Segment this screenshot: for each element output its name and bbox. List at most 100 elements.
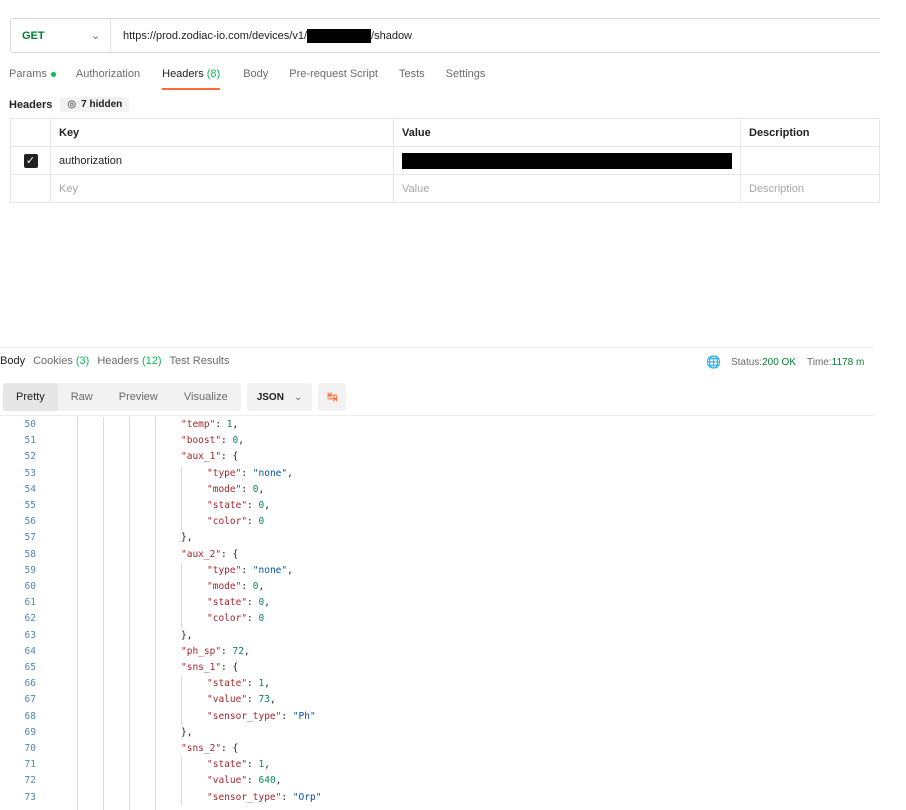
- format-select[interactable]: JSON ⌄: [246, 383, 313, 411]
- time-value[interactable]: 1178 m: [832, 357, 865, 368]
- code-line: 70 "sns_2": {: [0, 741, 880, 757]
- checkbox-checked-icon[interactable]: ✓: [23, 153, 38, 168]
- tab-body[interactable]: Body: [243, 62, 268, 90]
- url-input[interactable]: https://prod.zodiac-io.com/devices/v1/ /…: [111, 28, 412, 43]
- column-header-key: Key: [50, 118, 394, 147]
- response-view-bar: Pretty Raw Preview Visualize JSON ⌄ ↹: [3, 383, 347, 411]
- line-number: 50: [24, 419, 36, 430]
- tab-settings[interactable]: Settings: [446, 62, 486, 90]
- json-punct: :: [241, 581, 253, 592]
- line-number: 63: [24, 629, 36, 641]
- new-key-input[interactable]: Key: [50, 174, 394, 203]
- view-tab-preview[interactable]: Preview: [106, 383, 171, 411]
- line-number: 57: [24, 532, 36, 544]
- json-punct: : {: [221, 662, 239, 673]
- response-tab-headers[interactable]: Headers (12): [97, 355, 161, 367]
- line-number: 65: [24, 662, 36, 673]
- tab-pre-request-script[interactable]: Pre-request Script: [289, 62, 378, 90]
- wrap-lines-button[interactable]: ↹: [318, 383, 347, 411]
- json-string: "none": [252, 564, 288, 576]
- status-value[interactable]: 200 OK: [762, 357, 796, 368]
- code-text: "type": "none",: [207, 563, 293, 579]
- json-key: "sns_2": [181, 743, 222, 754]
- eye-icon: ◎: [67, 99, 77, 110]
- row-checkbox-cell: ✓: [10, 146, 51, 175]
- tab-pre-request-script-label: Pre-request Script: [289, 68, 378, 80]
- json-punct: :: [247, 500, 259, 511]
- json-punct: ,: [258, 483, 265, 495]
- code-text: "state": 0,: [207, 595, 270, 611]
- code-divider: [0, 415, 875, 416]
- json-key: "type": [207, 564, 242, 576]
- line-number: 70: [24, 743, 36, 754]
- json-punct: :: [247, 597, 259, 609]
- code-text: "sensor_type": "Ph": [207, 709, 316, 725]
- line-number: 56: [24, 516, 36, 528]
- tab-authorization[interactable]: Authorization: [76, 62, 140, 90]
- code-text: "state": 1,: [207, 757, 270, 773]
- code-line: 56 "color": 0: [0, 514, 880, 530]
- new-value-input[interactable]: Value: [393, 174, 741, 203]
- code-text: "ph_sp": 72,: [181, 644, 250, 660]
- row-description-cell[interactable]: [740, 146, 880, 175]
- json-punct: },: [181, 532, 193, 544]
- method-label: GET: [22, 29, 45, 42]
- tab-tests[interactable]: Tests: [399, 62, 425, 90]
- view-tab-visualize[interactable]: Visualize: [171, 383, 241, 411]
- tab-params[interactable]: Params: [9, 62, 56, 90]
- tab-tests-label: Tests: [398, 68, 425, 80]
- url-prefix: https://prod.zodiac-io.com/devices/v1/: [123, 29, 308, 42]
- code-text: "sensor_type": "Orp": [207, 790, 321, 806]
- line-number: 72: [24, 775, 36, 787]
- json-punct: :: [247, 759, 259, 771]
- code-line: 68 "sensor_type": "Ph": [0, 709, 880, 725]
- response-tab-cookies[interactable]: Cookies (3): [33, 355, 89, 367]
- json-punct: ,: [275, 775, 282, 787]
- view-tab-pretty[interactable]: Pretty: [3, 383, 58, 411]
- code-text: "value": 640,: [207, 773, 281, 789]
- row-value-cell[interactable]: [393, 146, 741, 175]
- json-punct: :: [221, 435, 233, 447]
- chevron-down-icon: ⌄: [293, 391, 303, 403]
- json-punct: :: [241, 564, 253, 576]
- response-tab-body[interactable]: Body: [0, 355, 25, 367]
- code-line: 54 "mode": 0,: [0, 482, 880, 498]
- code-text: },: [181, 725, 192, 741]
- row-checkbox-cell-empty: [10, 174, 51, 203]
- headers-section-title: Headers: [9, 98, 53, 111]
- method-select[interactable]: GET ⌄: [11, 19, 111, 52]
- json-key: "sensor_type": [207, 791, 282, 803]
- json-key: "mode": [207, 483, 242, 495]
- code-line: 57},: [0, 530, 880, 546]
- code-text: "mode": 0,: [207, 482, 264, 498]
- json-number: 640: [258, 775, 276, 787]
- json-key: "aux_1": [181, 451, 222, 463]
- json-key: "color": [207, 516, 248, 528]
- hidden-headers-toggle[interactable]: ◎ 7 hidden: [60, 97, 130, 112]
- row-key-cell[interactable]: authorization: [50, 146, 394, 175]
- response-body-code[interactable]: 50 "temp": 1, 51 "boost": 0, 52 "aux_1": {53 "…: [0, 417, 880, 810]
- tab-headers-count: (8): [206, 68, 221, 80]
- json-key: "state": [207, 678, 248, 690]
- json-punct: :: [247, 678, 259, 690]
- response-tab-test-results[interactable]: Test Results: [170, 355, 230, 367]
- response-tabs: Body Cookies (3) Headers (12) Test Resul…: [0, 355, 237, 367]
- code-line: 69},: [0, 725, 880, 741]
- new-description-input[interactable]: Description: [740, 174, 880, 203]
- line-number: 52: [24, 451, 36, 463]
- code-text: "color": 0: [207, 611, 264, 627]
- table-row: ✓ authorization: [10, 146, 880, 175]
- response-tab-body-label: Body: [0, 355, 26, 367]
- code-line: 52 "aux_1": {: [0, 449, 880, 465]
- tab-headers[interactable]: Headers (8): [162, 62, 221, 90]
- line-number: 69: [24, 726, 36, 738]
- json-key: "ph_sp": [181, 645, 222, 657]
- column-header-description: Description: [740, 118, 880, 147]
- code-line: 53 "type": "none",: [0, 466, 880, 482]
- json-punct: : {: [221, 743, 239, 754]
- line-number: 58: [24, 548, 36, 560]
- json-key: "boost": [181, 435, 222, 447]
- table-row-empty: Key Value Description: [10, 174, 880, 203]
- globe-icon[interactable]: 🌐: [706, 355, 721, 369]
- view-tab-raw[interactable]: Raw: [58, 383, 106, 411]
